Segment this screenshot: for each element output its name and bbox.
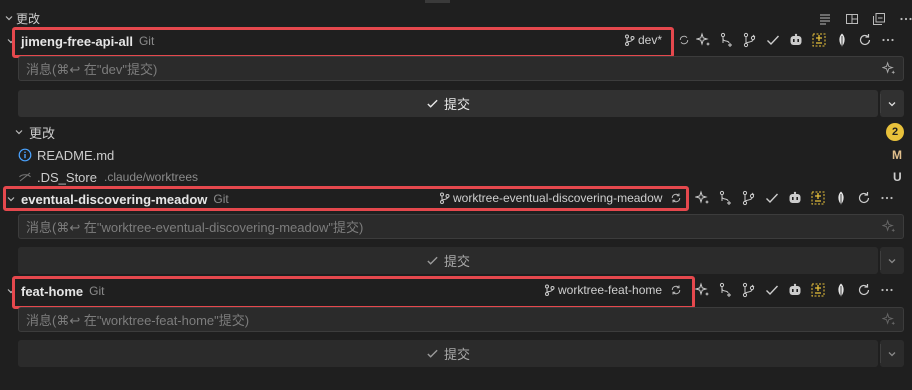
commit-label: 提交 [443,347,470,362]
commit-dropdown-button[interactable] [880,340,904,367]
copilot-icon[interactable] [787,31,805,49]
commit-button[interactable]: 提交 [18,90,878,117]
changes-header[interactable]: 更改 [0,9,912,27]
highlight-box [12,27,674,58]
sparkle-icon[interactable] [882,312,897,327]
sparkle-icon[interactable] [882,61,897,76]
sparkle-icon[interactable] [695,31,713,49]
sparkle-icon[interactable] [694,281,712,299]
checkmark-icon [427,256,438,265]
info-icon [18,148,32,162]
changes-group-title: 更改 [29,125,56,141]
eye-closed-icon [18,170,32,184]
more-icon[interactable] [878,189,896,207]
leaf-icon[interactable] [832,189,850,207]
diff-icon[interactable] [809,281,827,299]
sparkle-icon[interactable] [694,189,712,207]
checkmark-icon[interactable] [763,281,781,299]
checkmark-icon[interactable] [764,31,782,49]
header-toolbar [816,10,912,28]
branch-add-icon[interactable] [717,189,735,207]
sync-icon[interactable] [678,31,690,49]
refresh-icon[interactable] [855,281,873,299]
sparkle-icon[interactable] [882,219,897,234]
graph-icon[interactable] [741,31,759,49]
refresh-icon[interactable] [855,189,873,207]
commit-label: 提交 [443,254,470,269]
highlight-box [12,276,695,309]
leaf-icon[interactable] [832,281,850,299]
more-icon[interactable] [879,31,897,49]
more-icon[interactable] [878,281,896,299]
split-icon[interactable] [843,10,861,28]
list-item[interactable]: .DS_Store .claude/worktrees [0,167,912,187]
status-badge: U [893,170,902,184]
status-badge: M [892,148,902,162]
chevron-down-icon [14,127,24,137]
chevron-down-icon [888,101,896,106]
repo-actions [694,281,896,299]
checkmark-icon [427,349,438,358]
diff-icon[interactable] [809,189,827,207]
changes-count-badge: 2 [886,123,904,141]
commit-dropdown-button[interactable] [880,90,904,117]
graph-icon[interactable] [740,281,758,299]
commit-message-placeholder: 消息(⌘↩ 在"worktree-feat-home"提交) [26,313,250,328]
copilot-icon[interactable] [786,189,804,207]
checkmark-icon[interactable] [763,189,781,207]
branch-add-icon[interactable] [718,31,736,49]
more-icon[interactable] [897,10,912,28]
commit-message-input[interactable]: 消息(⌘↩ 在"dev"提交) [18,56,904,81]
commit-dropdown-button[interactable] [880,247,904,274]
chevron-down-icon [4,13,14,23]
chevron-down-icon [888,351,896,356]
refresh-icon[interactable] [856,31,874,49]
changes-group-header[interactable]: 更改 [0,122,912,142]
checkmark-icon [427,99,438,108]
window-notch [425,0,450,3]
commit-message-placeholder: 消息(⌘↩ 在"dev"提交) [26,62,158,77]
highlight-box [3,186,689,211]
diff-icon[interactable] [810,31,828,49]
commit-message-input[interactable]: 消息(⌘↩ 在"worktree-feat-home"提交) [18,307,904,332]
graph-icon[interactable] [740,189,758,207]
leaf-icon[interactable] [833,31,851,49]
commit-button[interactable]: 提交 [18,340,878,367]
section-title: 更改 [16,11,41,26]
list-view-icon[interactable] [816,10,834,28]
collapse-icon[interactable] [870,10,888,28]
chevron-down-icon [888,258,896,263]
commit-message-input[interactable]: 消息(⌘↩ 在"worktree-eventual-discovering-me… [18,214,904,239]
file-name: .DS_Store [37,169,97,185]
list-item[interactable]: README.md [0,145,912,165]
commit-button[interactable]: 提交 [18,247,878,274]
commit-message-placeholder: 消息(⌘↩ 在"worktree-eventual-discovering-me… [26,220,364,235]
copilot-icon[interactable] [786,281,804,299]
file-name: README.md [37,147,115,163]
branch-add-icon[interactable] [717,281,735,299]
repo-actions [678,31,897,49]
file-path: .claude/worktrees [103,170,199,184]
repo-actions [694,189,896,207]
commit-label: 提交 [443,97,470,112]
